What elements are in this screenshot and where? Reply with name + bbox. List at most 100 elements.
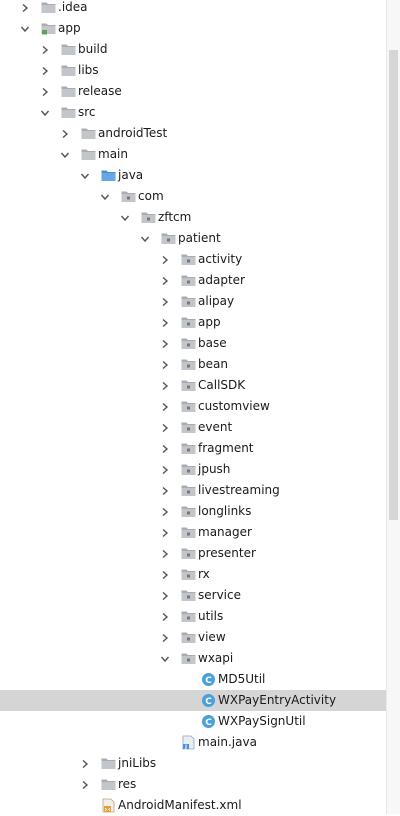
tree-item-jnilibs[interactable]: jniLibs [0, 753, 398, 774]
chevron-right-icon[interactable] [158, 295, 172, 309]
chevron-right-icon[interactable] [158, 505, 172, 519]
tree-item-label: java [118, 168, 144, 182]
tree-item-jpush[interactable]: jpush [0, 459, 398, 480]
tree-item-androidmanifest-xml[interactable]: AndroidManifest.xml [0, 795, 398, 816]
tree-item-label: base [198, 336, 227, 350]
chevron-right-icon[interactable] [158, 316, 172, 330]
tree-item-label: MD5Util [218, 672, 266, 686]
tree-item-main[interactable]: main [0, 144, 398, 165]
chevron-down-icon[interactable] [58, 148, 72, 162]
tree-item-base[interactable]: base [0, 333, 398, 354]
tree-item-livestreaming[interactable]: livestreaming [0, 480, 398, 501]
tree-item-presenter[interactable]: presenter [0, 543, 398, 564]
tree-item-label: presenter [198, 546, 256, 560]
chevron-right-icon[interactable] [158, 484, 172, 498]
tree-item-bean[interactable]: bean [0, 354, 398, 375]
tree-item-label: libs [78, 63, 99, 77]
tree-item-longlinks[interactable]: longlinks [0, 501, 398, 522]
tree-item-zftcm[interactable]: zftcm [0, 207, 398, 228]
svg-text:C: C [205, 718, 212, 728]
tree-item-adapter[interactable]: adapter [0, 270, 398, 291]
chevron-right-icon[interactable] [158, 337, 172, 351]
tree-item-com[interactable]: com [0, 186, 398, 207]
chevron-right-icon[interactable] [158, 547, 172, 561]
tree-item-label: rx [198, 567, 210, 581]
chevron-down-icon[interactable] [158, 652, 172, 666]
tree-item-alipay[interactable]: alipay [0, 291, 398, 312]
java-class-icon: C [200, 672, 216, 688]
tree-item-androidtest[interactable]: androidTest [0, 123, 398, 144]
tree-item-main-java[interactable]: Jmain.java [0, 732, 398, 753]
tree-item-view[interactable]: view [0, 627, 398, 648]
java-class-icon: C [200, 693, 216, 709]
chevron-right-icon[interactable] [158, 463, 172, 477]
chevron-right-icon[interactable] [158, 568, 172, 582]
chevron-right-icon[interactable] [158, 631, 172, 645]
tree-item-label: WXPaySignUtil [218, 714, 306, 728]
chevron-right-icon[interactable] [158, 400, 172, 414]
chevron-right-icon[interactable] [78, 778, 92, 792]
tree-item-manager[interactable]: manager [0, 522, 398, 543]
chevron-right-icon[interactable] [158, 358, 172, 372]
chevron-right-icon[interactable] [158, 526, 172, 540]
tree-item-activity[interactable]: activity [0, 249, 398, 270]
chevron-right-icon[interactable] [158, 379, 172, 393]
tree-item-label: utils [198, 609, 224, 623]
folder-icon [100, 756, 116, 772]
tree-item-label: zftcm [158, 210, 192, 224]
tree-item-utils[interactable]: utils [0, 606, 398, 627]
scrollbar-thumb[interactable] [389, 50, 398, 520]
chevron-down-icon[interactable] [98, 190, 112, 204]
package-icon [180, 504, 196, 520]
tree-item-app[interactable]: app [0, 18, 398, 39]
tree-item-md5util[interactable]: C MD5Util [0, 669, 398, 690]
tree-item-wxpaysignutil[interactable]: C WXPaySignUtil [0, 711, 398, 732]
chevron-down-icon[interactable] [38, 106, 52, 120]
chevron-right-icon[interactable] [158, 610, 172, 624]
tree-item-wxpayentryactivity[interactable]: C WXPayEntryActivity [0, 690, 398, 711]
tree-item-service[interactable]: service [0, 585, 398, 606]
tree-item--idea[interactable]: .idea [0, 0, 398, 18]
tree-item-rx[interactable]: rx [0, 564, 398, 585]
chevron-right-icon[interactable] [38, 85, 52, 99]
tree-item-label: androidTest [98, 126, 168, 140]
tree-item-wxapi[interactable]: wxapi [0, 648, 398, 669]
tree-item-res[interactable]: res [0, 774, 398, 795]
tree-item-label: main.java [198, 735, 257, 749]
tree-item-java[interactable]: java [0, 165, 398, 186]
package-icon [160, 231, 176, 247]
chevron-right-icon[interactable] [58, 127, 72, 141]
tree-item-build[interactable]: build [0, 39, 398, 60]
tree-item-app[interactable]: app [0, 312, 398, 333]
chevron-right-icon[interactable] [158, 442, 172, 456]
chevron-right-icon[interactable] [158, 421, 172, 435]
chevron-down-icon[interactable] [18, 22, 32, 36]
chevron-right-icon[interactable] [18, 1, 32, 15]
tree-item-label: jpush [198, 462, 231, 476]
package-icon [180, 483, 196, 499]
tree-item-fragment[interactable]: fragment [0, 438, 398, 459]
svg-text:J: J [184, 744, 187, 750]
chevron-down-icon[interactable] [118, 211, 132, 225]
tree-item-patient[interactable]: patient [0, 228, 398, 249]
tree-item-event[interactable]: event [0, 417, 398, 438]
vertical-scrollbar[interactable] [386, 0, 400, 814]
package-icon [180, 630, 196, 646]
tree-item-label: event [198, 420, 233, 434]
tree-item-callsdk[interactable]: CallSDK [0, 375, 398, 396]
tree-item-release[interactable]: release [0, 81, 398, 102]
tree-item-src[interactable]: src [0, 102, 398, 123]
chevron-down-icon[interactable] [78, 169, 92, 183]
chevron-right-icon[interactable] [78, 757, 92, 771]
chevron-right-icon[interactable] [158, 589, 172, 603]
chevron-down-icon[interactable] [138, 232, 152, 246]
tree-item-label: wxapi [198, 651, 234, 665]
tree-item-customview[interactable]: customview [0, 396, 398, 417]
tree-item-label: src [78, 105, 96, 119]
chevron-right-icon[interactable] [38, 43, 52, 57]
tree-item-libs[interactable]: libs [0, 60, 398, 81]
chevron-right-icon[interactable] [158, 274, 172, 288]
chevron-right-icon[interactable] [38, 64, 52, 78]
chevron-right-icon[interactable] [158, 253, 172, 267]
tree-item-label: CallSDK [198, 378, 246, 392]
